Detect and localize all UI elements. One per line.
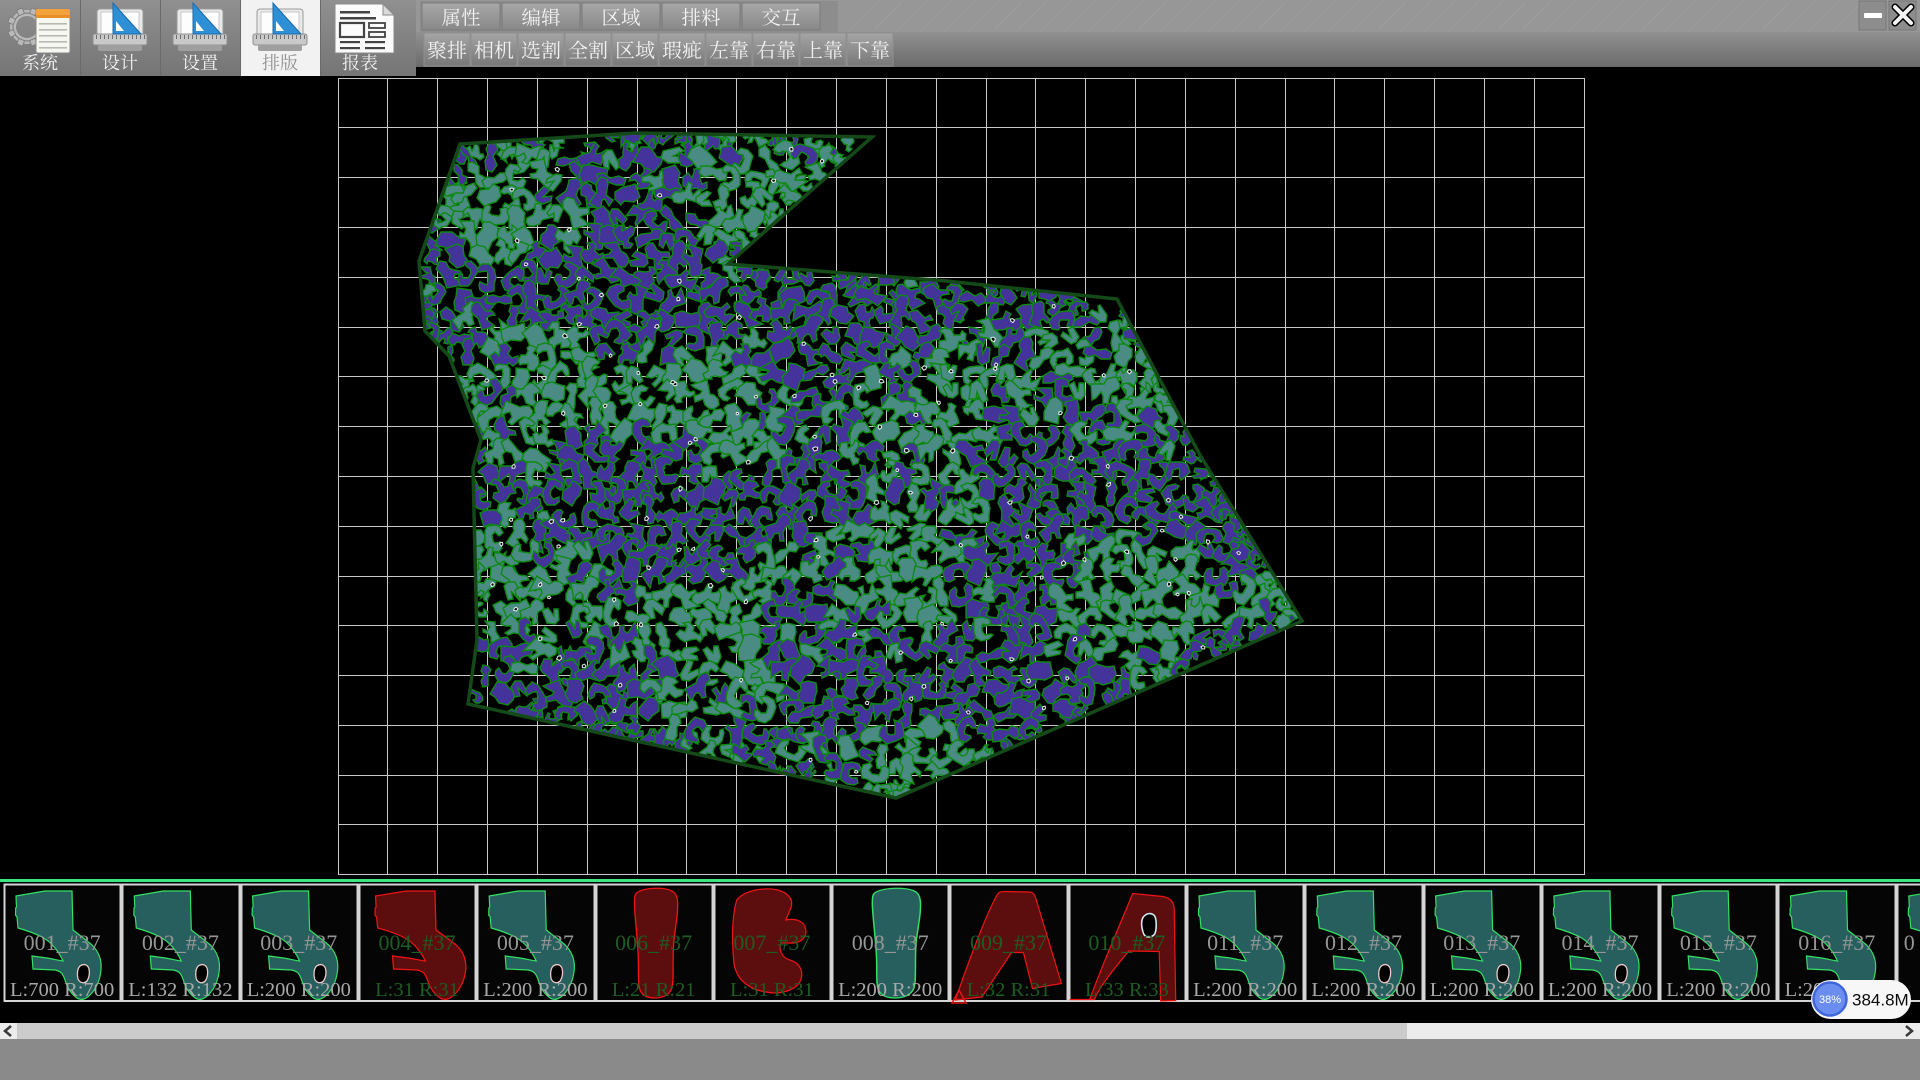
svg-text:L:700 R:700: L:700 R:700	[10, 979, 114, 1001]
svg-text:L:33 R:33: L:33 R:33	[1085, 979, 1169, 1001]
svg-text:011_#37: 011_#37	[1207, 930, 1283, 955]
svg-text:38%: 38%	[1819, 994, 1841, 1006]
svg-text:007_#37: 007_#37	[733, 930, 810, 955]
svg-text:L:31 R:31: L:31 R:31	[730, 979, 814, 1001]
svg-text:005_#37: 005_#37	[497, 930, 574, 955]
svg-text:L:31 R:31: L:31 R:31	[375, 979, 459, 1001]
svg-text:012_#37: 012_#37	[1325, 930, 1402, 955]
svg-text:009_#37: 009_#37	[970, 930, 1047, 955]
svg-text:016_#37: 016_#37	[1798, 930, 1875, 955]
svg-text:L:200 R:200: L:200 R:200	[483, 979, 587, 1001]
svg-text:010_#37: 010_#37	[1088, 930, 1165, 955]
svg-text:004_#37: 004_#37	[379, 930, 456, 955]
svg-text:002_#37: 002_#37	[142, 930, 219, 955]
svg-text:L:200 R:200: L:200 R:200	[1193, 979, 1297, 1001]
svg-text:L:21 R:21: L:21 R:21	[612, 979, 696, 1001]
svg-text:0: 0	[1904, 930, 1915, 955]
svg-text:L:32 R:31: L:32 R:31	[967, 979, 1051, 1001]
svg-text:015_#37: 015_#37	[1680, 930, 1757, 955]
svg-text:013_#37: 013_#37	[1443, 930, 1520, 955]
svg-text:014_#37: 014_#37	[1562, 930, 1639, 955]
svg-text:001_#37: 001_#37	[24, 930, 101, 955]
svg-text:L:200 R:200: L:200 R:200	[838, 979, 942, 1001]
svg-text:384.8M: 384.8M	[1852, 991, 1909, 1010]
svg-text:L:200 R:200: L:200 R:200	[1311, 979, 1415, 1001]
svg-text:L:200 R:200: L:200 R:200	[1666, 979, 1770, 1001]
svg-text:008_#37: 008_#37	[852, 930, 929, 955]
svg-text:L:200 R:200: L:200 R:200	[1430, 979, 1534, 1001]
svg-text:003_#37: 003_#37	[260, 930, 337, 955]
svg-text:L:200 R:200: L:200 R:200	[1548, 979, 1652, 1001]
svg-text:006_#37: 006_#37	[615, 930, 692, 955]
svg-text:L:132 R:132: L:132 R:132	[128, 979, 232, 1001]
svg-text:L:200 R:200: L:200 R:200	[247, 979, 351, 1001]
